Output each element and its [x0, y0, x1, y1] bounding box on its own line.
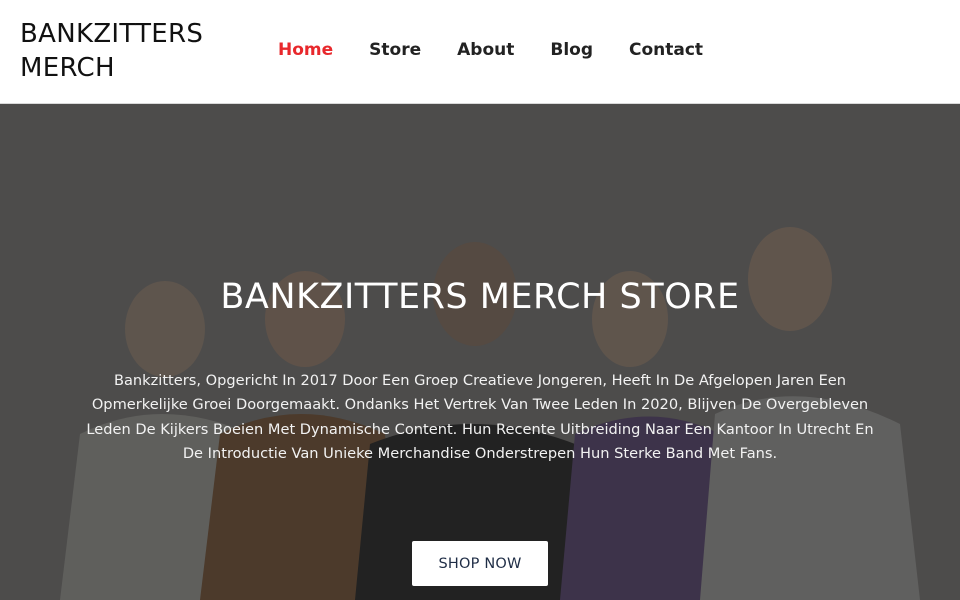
main-nav: Home Store About Blog Contact: [278, 38, 739, 62]
site-brand[interactable]: BANKZITTERS MERCH: [20, 17, 240, 85]
nav-store[interactable]: Store: [369, 38, 421, 62]
hero-overlay: [0, 104, 960, 600]
site-header: BANKZITTERS MERCH Home Store About Blog …: [0, 0, 960, 104]
nav-home[interactable]: Home: [278, 38, 333, 62]
shop-now-button[interactable]: SHOP NOW: [412, 541, 548, 586]
nav-blog[interactable]: Blog: [550, 38, 593, 62]
hero-title: BANKZITTERS MERCH STORE: [220, 277, 740, 318]
hero-description: Bankzitters, Opgericht In 2017 Door Een …: [86, 371, 874, 463]
nav-contact[interactable]: Contact: [629, 38, 703, 62]
hero-section: BANKZITTERS MERCH STORE Bankzitters, Opg…: [0, 104, 960, 600]
nav-about[interactable]: About: [457, 38, 514, 62]
